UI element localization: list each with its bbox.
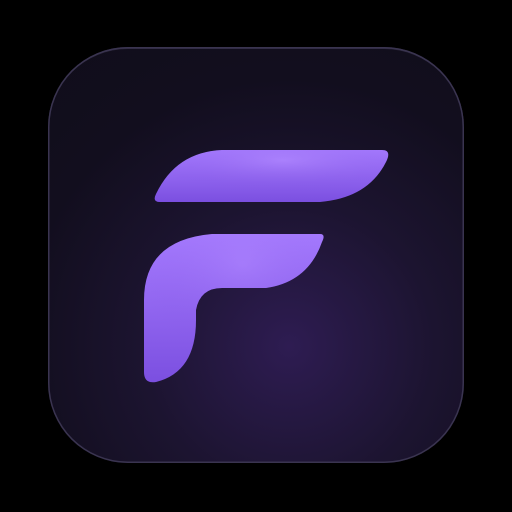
icon-canvas — [0, 0, 512, 512]
f-logo-icon — [144, 150, 389, 383]
